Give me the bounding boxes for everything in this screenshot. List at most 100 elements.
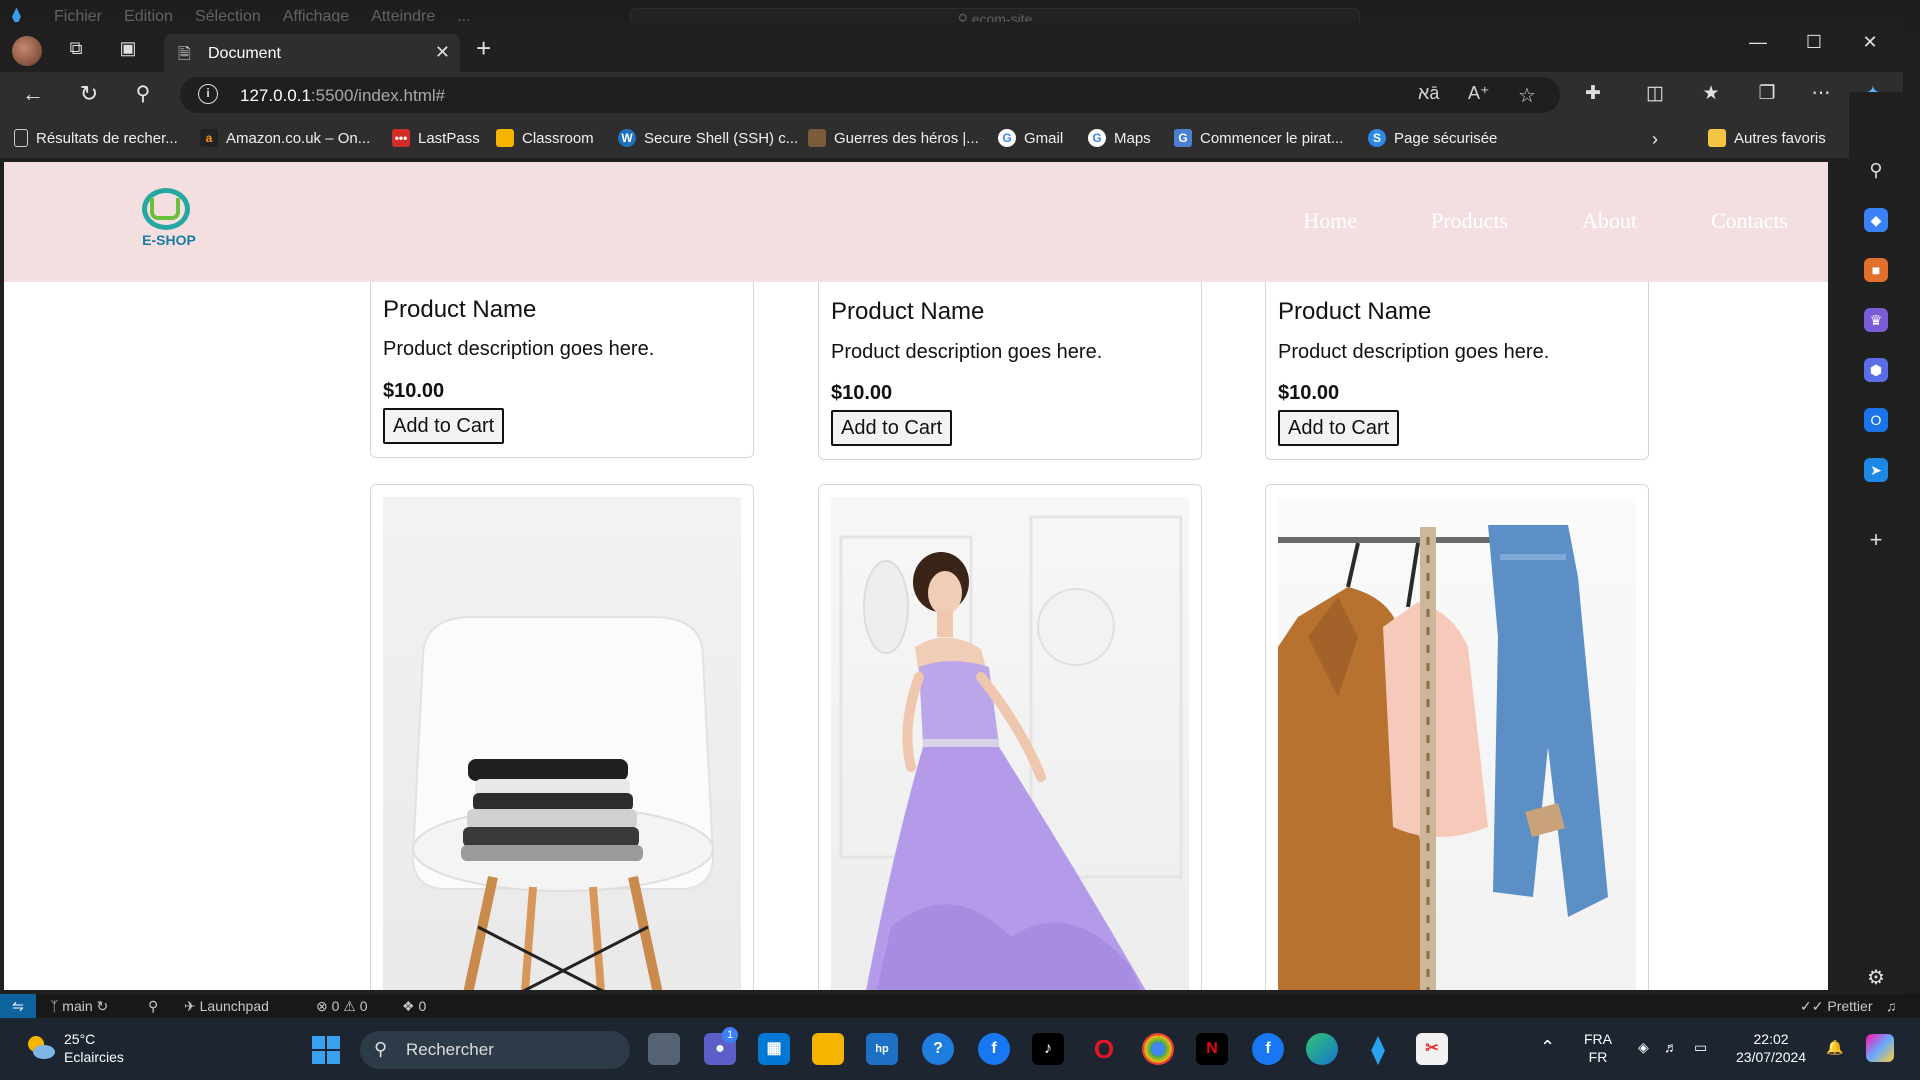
- favorite-star-icon[interactable]: ☆: [1518, 83, 1536, 108]
- bookmark-item[interactable]: a Amazon.co.uk – On...: [200, 129, 370, 147]
- sidebar-games-icon[interactable]: ♛: [1864, 308, 1888, 332]
- profile-avatar[interactable]: [12, 36, 42, 66]
- bookmark-label: Maps: [1114, 129, 1151, 147]
- tab-document[interactable]: 🗎 Document ✕: [164, 34, 460, 74]
- battery-icon[interactable]: ▭: [1694, 1038, 1707, 1056]
- problems-indicator[interactable]: ⊗ 0 ⚠ 0: [316, 998, 368, 1015]
- chrome-icon[interactable]: [1142, 1033, 1174, 1065]
- sidebar-tools-icon[interactable]: ■: [1864, 258, 1888, 282]
- bookmark-item[interactable]: Classroom: [496, 129, 594, 147]
- sidebar-shopping-icon[interactable]: ◆: [1864, 208, 1888, 232]
- git-branch[interactable]: ᛉ main ↻: [50, 998, 108, 1015]
- sidebar-drop-icon[interactable]: ➤: [1864, 458, 1888, 482]
- new-tab-button[interactable]: +: [476, 35, 491, 61]
- weather-text: 25°C Eclaircies: [64, 1030, 124, 1066]
- notifications-bell-icon[interactable]: ♫: [1886, 998, 1897, 1014]
- sidebar-add-icon[interactable]: +: [1864, 528, 1888, 552]
- edge-icon[interactable]: [1306, 1033, 1338, 1065]
- time: 22:02: [1753, 1031, 1789, 1047]
- notifications-icon[interactable]: 🔔: [1826, 1038, 1843, 1056]
- nav-about[interactable]: About: [1582, 208, 1637, 234]
- sidebar-outlook-icon[interactable]: O: [1864, 408, 1888, 432]
- myhp-icon[interactable]: hp: [866, 1033, 898, 1065]
- other-favorites[interactable]: Autres favoris: [1708, 129, 1826, 147]
- sidebar-settings-icon[interactable]: ⚙: [1864, 966, 1888, 990]
- minimize-button[interactable]: —: [1738, 32, 1778, 60]
- start-button[interactable]: [312, 1036, 342, 1066]
- bookmark-item[interactable]: Résultats de recher...: [14, 129, 178, 147]
- eshop-logo[interactable]: E-SHOP: [132, 188, 202, 258]
- netflix-icon[interactable]: N: [1196, 1033, 1228, 1065]
- product-image-chair[interactable]: [383, 497, 741, 990]
- facebook-icon[interactable]: f: [978, 1033, 1010, 1065]
- vscode-icon[interactable]: ⧫: [1362, 1033, 1394, 1065]
- clock[interactable]: 22:02 23/07/2024: [1736, 1030, 1806, 1066]
- remote-icon[interactable]: ⇋: [0, 994, 36, 1018]
- add-to-cart-button[interactable]: Add to Cart: [383, 408, 505, 444]
- product-card: [1265, 484, 1649, 990]
- opera-icon[interactable]: O: [1088, 1033, 1120, 1065]
- language-indicator[interactable]: FRA FR: [1584, 1030, 1612, 1066]
- sidebar-search-icon[interactable]: ⚲: [1864, 158, 1888, 182]
- refresh-button[interactable]: ↻: [74, 80, 104, 110]
- launchpad[interactable]: ✈ Launchpad: [184, 998, 269, 1015]
- read-aloud-icon[interactable]: A⁺: [1468, 83, 1490, 104]
- taskbar-search[interactable]: ⚲ Rechercher: [360, 1031, 630, 1069]
- maximize-button[interactable]: ☐: [1794, 32, 1834, 60]
- facebook-icon[interactable]: f: [1252, 1033, 1284, 1065]
- volume-icon[interactable]: ♬: [1664, 1038, 1678, 1056]
- snipping-tool-icon[interactable]: ✂: [1416, 1033, 1448, 1065]
- keyboard-layout: FR: [1588, 1049, 1608, 1065]
- warnings-count: 0: [359, 998, 368, 1014]
- bookmark-label: LastPass: [418, 129, 480, 147]
- bookmark-item[interactable]: W Secure Shell (SSH) c...: [618, 129, 798, 147]
- git-graph-icon[interactable]: ⚲: [148, 998, 158, 1015]
- sidebar-m365-icon[interactable]: ⬢: [1864, 358, 1888, 382]
- product-image-clothes[interactable]: [1278, 497, 1636, 990]
- site-info-icon[interactable]: i: [198, 84, 218, 104]
- extensions-icon[interactable]: ✚: [1578, 82, 1608, 105]
- bookmark-item[interactable]: G Commencer le pirat...: [1174, 129, 1343, 147]
- help-icon[interactable]: ?: [922, 1033, 954, 1065]
- add-to-cart-button[interactable]: Add to Cart: [1278, 410, 1400, 446]
- back-button[interactable]: ←: [18, 80, 48, 110]
- nav-contacts[interactable]: Contacts: [1711, 208, 1788, 234]
- translate-icon[interactable]: אā: [1418, 83, 1439, 104]
- bookmark-item[interactable]: ••• LastPass: [392, 129, 480, 147]
- ports-indicator[interactable]: ❖ 0: [402, 998, 426, 1015]
- tiktok-icon[interactable]: ♪: [1032, 1033, 1064, 1065]
- bookmark-item[interactable]: G Maps: [1088, 129, 1151, 147]
- prettier-status[interactable]: ✓✓ Prettier: [1800, 998, 1872, 1015]
- tray-overflow-icon[interactable]: ⌃: [1540, 1038, 1555, 1056]
- nav-home[interactable]: Home: [1303, 208, 1357, 234]
- more-options-icon[interactable]: ⋯: [1806, 82, 1836, 105]
- wordpress-icon: W: [618, 129, 636, 147]
- bookmark-item[interactable]: Guerres des héros |...: [808, 129, 979, 147]
- product-name: Product Name: [1278, 298, 1432, 325]
- close-window-button[interactable]: ✕: [1850, 32, 1890, 60]
- collections-icon[interactable]: ❐: [1752, 82, 1782, 105]
- close-tab-icon[interactable]: ✕: [435, 42, 450, 63]
- nav-products[interactable]: Products: [1431, 208, 1508, 234]
- task-view-icon[interactable]: [648, 1033, 680, 1065]
- file-explorer-icon[interactable]: [812, 1033, 844, 1065]
- weather-condition: Eclaircies: [64, 1049, 124, 1065]
- search-icon[interactable]: ⚲: [128, 80, 158, 110]
- google-icon: G: [1088, 129, 1106, 147]
- store-icon[interactable]: ▦: [758, 1033, 790, 1065]
- bookmark-item[interactable]: S Page sécurisée: [1368, 129, 1497, 147]
- tab-actions-icon[interactable]: ▣: [114, 34, 142, 62]
- teams-badge: 1: [722, 1027, 738, 1043]
- folder-icon: [1708, 129, 1726, 147]
- copilot-taskbar-icon[interactable]: [1866, 1034, 1894, 1062]
- product-image-dress[interactable]: [831, 497, 1189, 990]
- split-screen-icon[interactable]: ◫: [1640, 82, 1670, 105]
- wifi-icon[interactable]: ◈: [1638, 1038, 1649, 1056]
- favorites-icon[interactable]: ★: [1696, 82, 1726, 105]
- bookmark-item[interactable]: G Gmail: [998, 129, 1063, 147]
- bookmark-label: Secure Shell (SSH) c...: [644, 129, 799, 147]
- add-to-cart-button[interactable]: Add to Cart: [831, 410, 953, 446]
- address-bar[interactable]: i 127.0.0.1:5500/index.html# אā A⁺ ☆: [180, 77, 1560, 113]
- workspaces-icon[interactable]: ⧉: [62, 34, 90, 62]
- bookmarks-overflow-icon[interactable]: ›: [1652, 129, 1658, 150]
